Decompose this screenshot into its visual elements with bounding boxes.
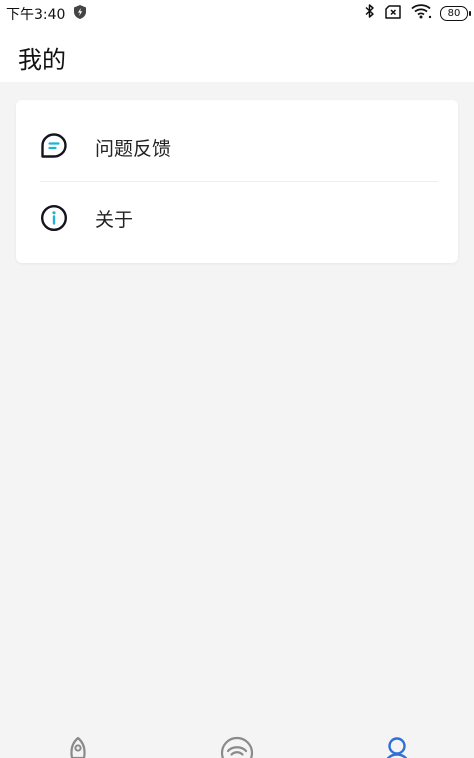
menu-card: 问题反馈 关于	[16, 100, 458, 263]
shield-bolt-icon	[72, 4, 88, 20]
status-bar: 下午3:40 80	[0, 0, 474, 26]
battery-icon: 80	[440, 5, 471, 21]
rocket-icon	[70, 736, 86, 758]
no-sim-icon	[384, 4, 402, 23]
info-icon	[40, 204, 68, 232]
wifi-icon	[410, 3, 432, 23]
bottom-nav	[0, 730, 474, 758]
menu-item-feedback[interactable]: 问题反馈	[16, 100, 458, 180]
tab-profile[interactable]	[380, 736, 414, 758]
menu-item-label: 关于	[95, 209, 134, 231]
tab-rocket[interactable]	[61, 736, 95, 758]
page-title: 我的	[18, 46, 66, 74]
user-icon	[386, 737, 408, 758]
menu-item-about[interactable]: 关于	[16, 182, 458, 262]
feedback-icon	[40, 132, 68, 160]
header: 我的	[0, 26, 474, 82]
status-time: 下午3:40	[6, 7, 66, 23]
tab-wifi[interactable]	[220, 736, 254, 758]
wifi-icon	[220, 736, 254, 758]
status-icons: 80	[364, 3, 471, 23]
menu-item-label: 问题反馈	[95, 138, 172, 160]
bluetooth-icon	[364, 3, 376, 23]
